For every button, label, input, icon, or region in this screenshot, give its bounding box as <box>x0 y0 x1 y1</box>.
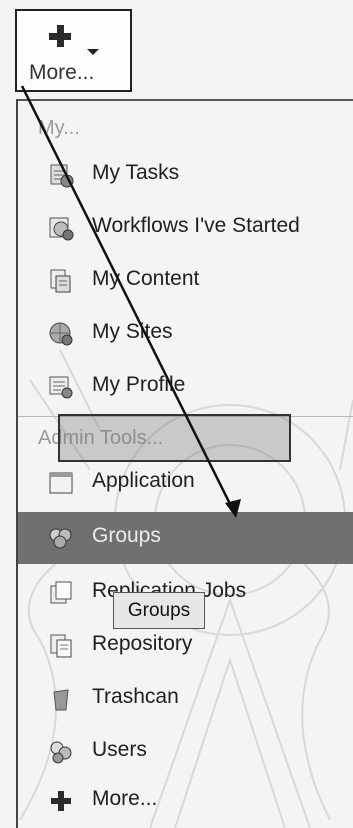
menu-item-my-content[interactable]: My Content <box>18 255 353 307</box>
tasks-icon <box>50 164 74 188</box>
more-button[interactable]: More... <box>15 9 132 92</box>
menu-item-my-profile[interactable]: My Profile <box>18 361 353 413</box>
more-button-label: More... <box>29 61 95 84</box>
repository-icon <box>50 634 72 658</box>
menu-item-more[interactable]: More... <box>18 775 353 827</box>
menu-item-groups[interactable]: Groups <box>18 512 353 564</box>
workflow-icon <box>49 217 74 241</box>
plus-icon <box>51 791 71 811</box>
menu-item-label: Application <box>92 469 195 492</box>
menu-item-application[interactable]: Application <box>18 457 353 509</box>
menu-item-label: My Profile <box>92 373 186 396</box>
trashcan-icon <box>53 689 69 711</box>
menu-item-label: Users <box>92 738 147 761</box>
chevron-down-icon <box>87 49 99 55</box>
content-icon <box>50 269 71 293</box>
groups-icon <box>49 528 72 549</box>
profile-icon <box>49 376 73 399</box>
menu-item-label: More... <box>92 787 158 810</box>
menu-item-workflows[interactable]: Workflows I've Started <box>18 202 353 254</box>
menu-item-trashcan[interactable]: Trashcan <box>18 673 353 725</box>
groups-tooltip: Groups <box>113 592 205 629</box>
menu-item-label: My Sites <box>92 320 173 343</box>
more-dropdown-menu: My... My Tasks Workflows I've Started My… <box>16 99 353 828</box>
menu-item-label: Repository <box>92 632 193 655</box>
sites-icon <box>49 322 73 346</box>
replication-icon <box>50 581 72 604</box>
menu-item-label: My Tasks <box>92 161 180 184</box>
menu-item-label: My Content <box>92 267 200 290</box>
section-header-my: My... <box>38 117 80 139</box>
menu-item-users[interactable]: Users <box>18 726 353 778</box>
menu-item-my-tasks[interactable]: My Tasks <box>18 149 353 201</box>
menu-item-label: Trashcan <box>92 685 179 708</box>
groups-highlight-box <box>58 414 291 462</box>
menu-item-label: Groups <box>92 524 161 547</box>
users-icon <box>50 741 72 764</box>
menu-item-my-sites[interactable]: My Sites <box>18 308 353 360</box>
plus-icon <box>49 25 71 47</box>
menu-item-label: Workflows I've Started <box>92 214 300 237</box>
application-icon <box>49 472 73 494</box>
